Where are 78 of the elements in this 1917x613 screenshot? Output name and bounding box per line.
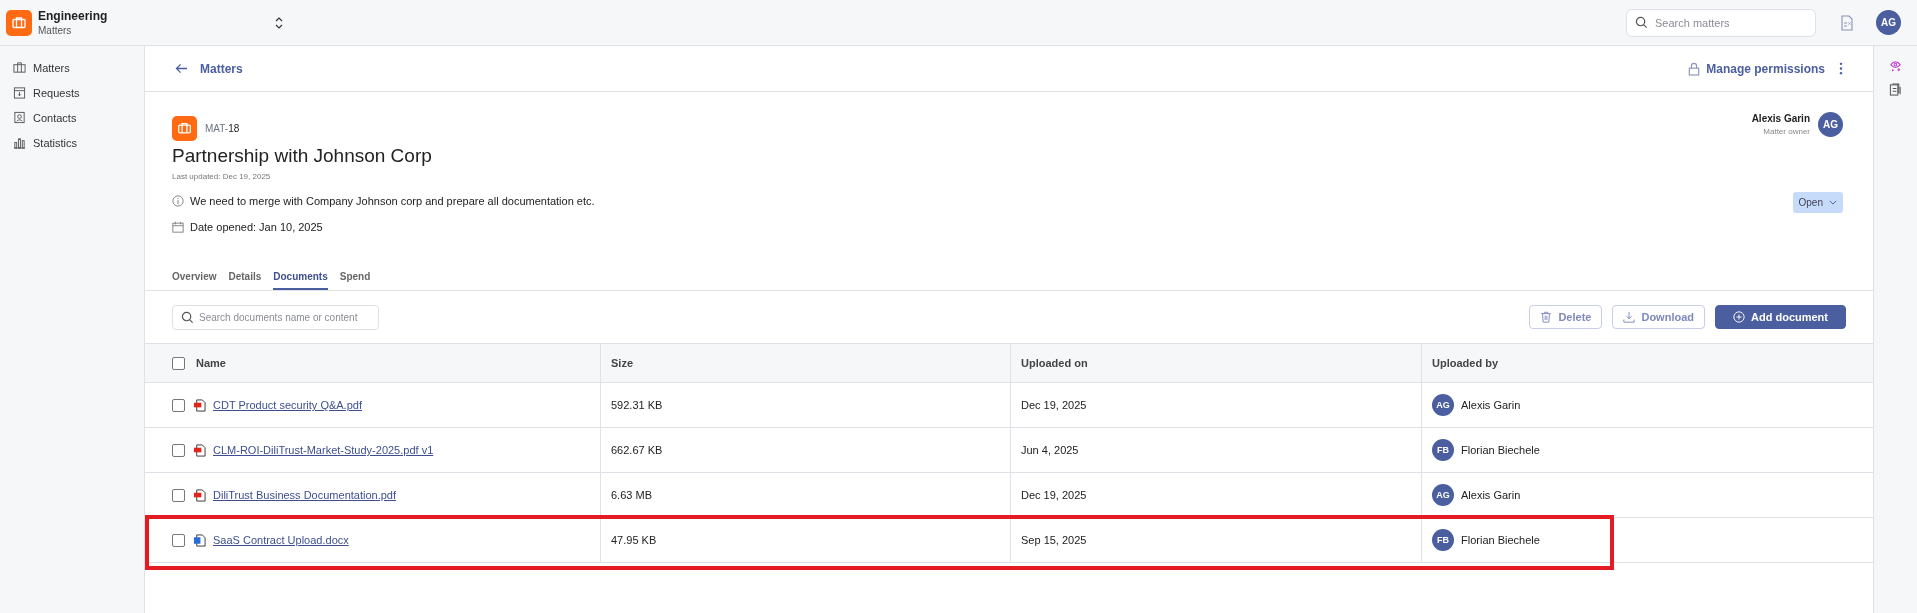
download-icon [1623,311,1636,323]
table-cell: 662.67 KB [611,444,663,456]
table-cell: 592.31 KB [611,399,663,411]
table-cell: 6.63 MB [611,489,652,501]
matter-description: We need to merge with Company Johnson corp and prepare all documentation etc. [190,195,595,207]
uploader-avatar: FB [1432,439,1454,461]
inbox-icon [13,86,26,99]
date-opened: Date opened: Jan 10, 2025 [190,221,323,233]
row-checkbox[interactable] [172,443,185,457]
table-cell: Dec 19, 2025 [1021,489,1087,501]
table-cell: Jun 4, 2025 [1021,444,1079,456]
sidebar-item[interactable]: Statistics [0,133,144,152]
word-file-icon [193,533,206,547]
sidebar-item[interactable]: Matters [0,58,144,77]
bar-chart-icon [13,136,26,149]
chevron-down-icon [1829,200,1837,205]
last-updated: Last updated: Dec 19, 2025 [172,172,272,181]
manage-permissions-button[interactable]: Manage permissions [1688,61,1825,76]
add-button[interactable]: Add document [1715,305,1846,329]
search-field[interactable]: Search documents name or content [172,304,379,330]
row-checkbox[interactable] [172,533,185,547]
uploader-name: Florian Biechele [1461,534,1540,546]
uploader-name: Alexis Garin [1461,399,1521,411]
lock-icon [1688,61,1701,76]
pdf-file-icon [193,398,206,412]
search-field[interactable]: Search matters [1626,8,1816,37]
document-icon[interactable] [1889,83,1902,96]
owner-avatar: AG [1818,112,1843,137]
briefcase-logo-icon [6,9,32,36]
pdf-file-icon [193,488,206,502]
table-cell: Dec 19, 2025 [1021,399,1087,411]
matter-title: Partnership with Johnson Corp [172,145,433,167]
tab[interactable]: Details [228,271,262,290]
pdf-file-icon [193,443,206,457]
document-link[interactable]: SaaS Contract Upload.docx [213,534,349,546]
info-icon [172,195,184,207]
owner-name: Alexis Garin [1751,113,1810,124]
trash-icon [1540,311,1553,323]
briefcase-icon [13,61,26,74]
document-link[interactable]: CDT Product security Q&A.pdf [213,399,362,411]
table-cell: Sep 15, 2025 [1021,534,1087,546]
section-name: Matters [38,25,73,36]
owner-role: Matter owner [1763,127,1810,136]
plus-circle-icon [1733,311,1745,323]
ai-eye-icon[interactable] [1889,60,1902,73]
column-header: Name [196,357,226,369]
uploader-name: Florian Biechele [1461,444,1540,456]
row-checkbox[interactable] [172,398,185,412]
uploader-avatar: AG [1432,394,1454,416]
document-link[interactable]: DiliTrust Business Documentation.pdf [213,489,396,501]
column-header: Uploaded on [1021,357,1088,369]
calendar-icon [172,221,184,233]
document-link[interactable]: CLM-ROI-DiliTrust-Market-Study-2025.pdf v1 [213,444,434,456]
column-header: Size [611,357,633,369]
uploader-avatar: FB [1432,529,1454,551]
sidebar-item[interactable]: Requests [0,83,144,102]
switcher-icon[interactable] [274,15,284,30]
workspace-name: Engineering [38,9,108,23]
tab[interactable]: Overview [172,271,217,290]
table-cell: 47.95 KB [611,534,657,546]
back-arrow-icon [175,63,188,74]
contact-card-icon [13,111,26,124]
search-icon [181,310,194,324]
tab[interactable]: Spend [339,271,371,290]
back-link[interactable]: Matters [175,61,243,76]
briefcase-logo-icon [172,116,197,141]
select-all-checkbox[interactable] [172,356,185,370]
status-dropdown[interactable]: Open [1792,192,1843,213]
more-icon[interactable] [1839,62,1843,75]
sidebar-item[interactable]: Contacts [0,108,144,127]
tab[interactable]: Documents [273,271,328,290]
row-checkbox[interactable] [172,488,185,502]
column-header: Uploaded by [1432,357,1498,369]
matter-id: MAT-18 [205,123,240,134]
uploader-avatar: AG [1432,484,1454,506]
user-avatar[interactable]: AG [1876,10,1901,35]
uploader-name: Alexis Garin [1461,489,1521,501]
search-icon [1635,16,1648,29]
